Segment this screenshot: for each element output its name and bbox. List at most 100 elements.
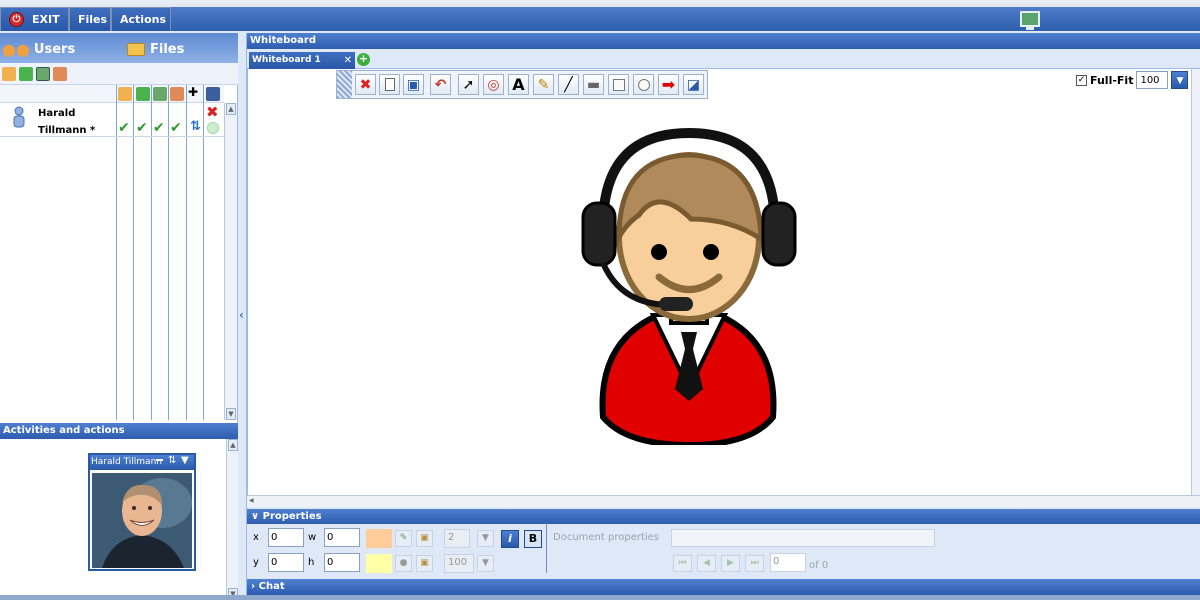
canvas-vertical-scrollbar[interactable] [1191,69,1200,495]
last-page-icon[interactable]: ⏭ [745,555,764,572]
pencil-icon[interactable] [19,66,33,81]
arrow-icon[interactable]: ➡ [658,74,679,95]
lock-icon[interactable]: ▣ [416,530,433,547]
text-icon[interactable]: A [508,74,529,95]
x-field[interactable] [268,528,304,547]
moderator-column-icon [118,87,132,101]
call-center-agent-clipart[interactable] [581,127,797,445]
collapse-left-icon[interactable]: ‹ [239,308,244,322]
screen-share-icon[interactable] [36,66,50,81]
user-first-name: Harald [38,108,76,119]
bold-button[interactable]: B [524,530,542,548]
properties-header[interactable]: ∨ Properties [247,509,1200,524]
user-row[interactable]: Harald Tillmann * ✔ ✔ ✔ ✔ ⇅ ✖ [0,103,224,137]
scroll-left-icon[interactable]: ◀ [249,497,259,506]
properties-title: Properties [262,511,322,522]
rectangle-icon[interactable] [608,74,629,95]
user-last-name: Tillmann * [38,125,96,136]
users-toolbar [0,63,238,85]
whiteboard-header: Whiteboard [247,33,1200,49]
user-photo [92,473,192,568]
lock-icon[interactable]: ▣ [416,555,433,572]
tab-users-label: Users [33,41,76,57]
next-page-icon[interactable]: ▶ [721,555,740,572]
scroll-up-icon[interactable]: ▲ [226,103,236,115]
ellipse-icon[interactable] [633,74,654,95]
sync-icon[interactable]: ⇅ [168,455,176,466]
brush-icon[interactable]: ● [395,555,412,572]
tab-files[interactable]: Files [127,37,184,61]
person-icon [13,106,25,128]
power-icon: ⏻ [9,12,24,27]
zoom-input[interactable] [1136,71,1169,89]
zoom-icon[interactable]: ◎ [483,74,504,95]
chevron-down-icon[interactable]: ▼ [477,555,494,572]
save-icon[interactable]: ▣ [403,74,424,95]
line-icon[interactable]: ╱ [558,74,579,95]
chevron-down-icon[interactable]: ▼ [477,530,494,547]
activities-header: Activities and actions [0,423,238,439]
menu-bar-strip [171,7,1200,31]
exit-button[interactable]: ⏻ EXIT [0,7,69,31]
pencil-icon[interactable]: ✎ [533,74,554,95]
sync-icon[interactable]: ⇅ [190,119,201,134]
add-whiteboard-icon[interactable]: + [357,53,370,66]
screen-column-icon [153,87,167,101]
check-icon[interactable]: ✔ [136,120,148,136]
scroll-down-icon[interactable]: ▼ [226,408,236,420]
check-icon[interactable]: ✔ [170,120,182,136]
y-field[interactable] [268,553,304,572]
document-icon[interactable] [53,66,67,81]
users-scrollbar[interactable]: ▲ ▼ [224,103,237,420]
new-page-icon[interactable] [379,74,400,95]
pointer-icon[interactable]: ➚ [458,74,479,95]
activities-scrollbar[interactable]: ▲ ▼ [226,439,238,600]
video-pod[interactable]: Harald Tillmann ⇅ ▼ [88,453,196,571]
close-tab-icon[interactable]: ✕ [344,52,352,69]
chat-header[interactable]: › Chat [247,579,1200,595]
line-width-field[interactable]: 2 [444,529,470,548]
tab-users[interactable]: ●● Users [2,37,75,61]
monitor-icon[interactable] [1020,11,1040,30]
drawing-toolbar: ✖ ▣ ↶ ➚ ◎ A ✎ ╱ ▬ ➡ ◪ [336,70,708,99]
h-field[interactable] [324,553,360,572]
check-icon[interactable]: ✔ [118,120,130,136]
user-grid-header: ✚ [0,85,224,103]
pencil-icon[interactable]: ✎ [395,530,412,547]
panel-splitter[interactable]: ‹ [238,33,247,600]
user-name: Harald Tillmann * [38,105,118,139]
fill-color-swatch[interactable] [366,529,392,548]
check-icon[interactable]: ✔ [153,120,165,136]
toolbar-grip[interactable] [337,71,352,98]
fullfit-checkbox[interactable]: ✓ [1076,74,1087,86]
more-icon[interactable]: ◪ [683,74,704,95]
line-color-swatch[interactable] [366,554,392,573]
user-group-icon[interactable] [2,66,16,81]
chevron-down-icon[interactable]: ▼ [1171,71,1189,89]
actions-menu[interactable]: Actions [111,7,171,31]
chevron-down-icon: ∨ [251,511,263,522]
chevron-down-icon[interactable]: ▼ [181,455,189,466]
minimize-icon[interactable] [156,459,163,461]
page-count: of 0 [809,560,829,571]
files-column-icon [170,87,184,101]
page-number-field[interactable]: 0 [770,553,806,572]
undo-icon[interactable]: ↶ [430,74,451,95]
document-properties-select[interactable] [671,529,935,547]
tab-whiteboard-1[interactable]: Whiteboard 1 ✕ [249,52,355,69]
left-tab-strip: ●● Users Files [0,33,238,63]
clear-icon[interactable]: ✖ [355,74,376,95]
files-menu[interactable]: Files [69,7,111,31]
x-label: x [253,532,259,543]
scroll-up-icon[interactable]: ▲ [228,439,238,451]
w-field[interactable] [324,528,360,547]
italic-button[interactable]: i [501,530,519,548]
chevron-right-icon: › [251,581,259,592]
previous-page-icon[interactable]: ◀ [697,555,716,572]
opacity-field[interactable]: 100 [444,554,474,573]
underline-icon[interactable]: ▬ [583,74,604,95]
whiteboard-canvas[interactable] [247,69,1191,495]
canvas-horizontal-scrollbar[interactable]: ◀ [247,495,1200,507]
first-page-icon[interactable]: ⏮ [673,555,692,572]
remove-user-icon[interactable]: ✖ [206,103,219,121]
